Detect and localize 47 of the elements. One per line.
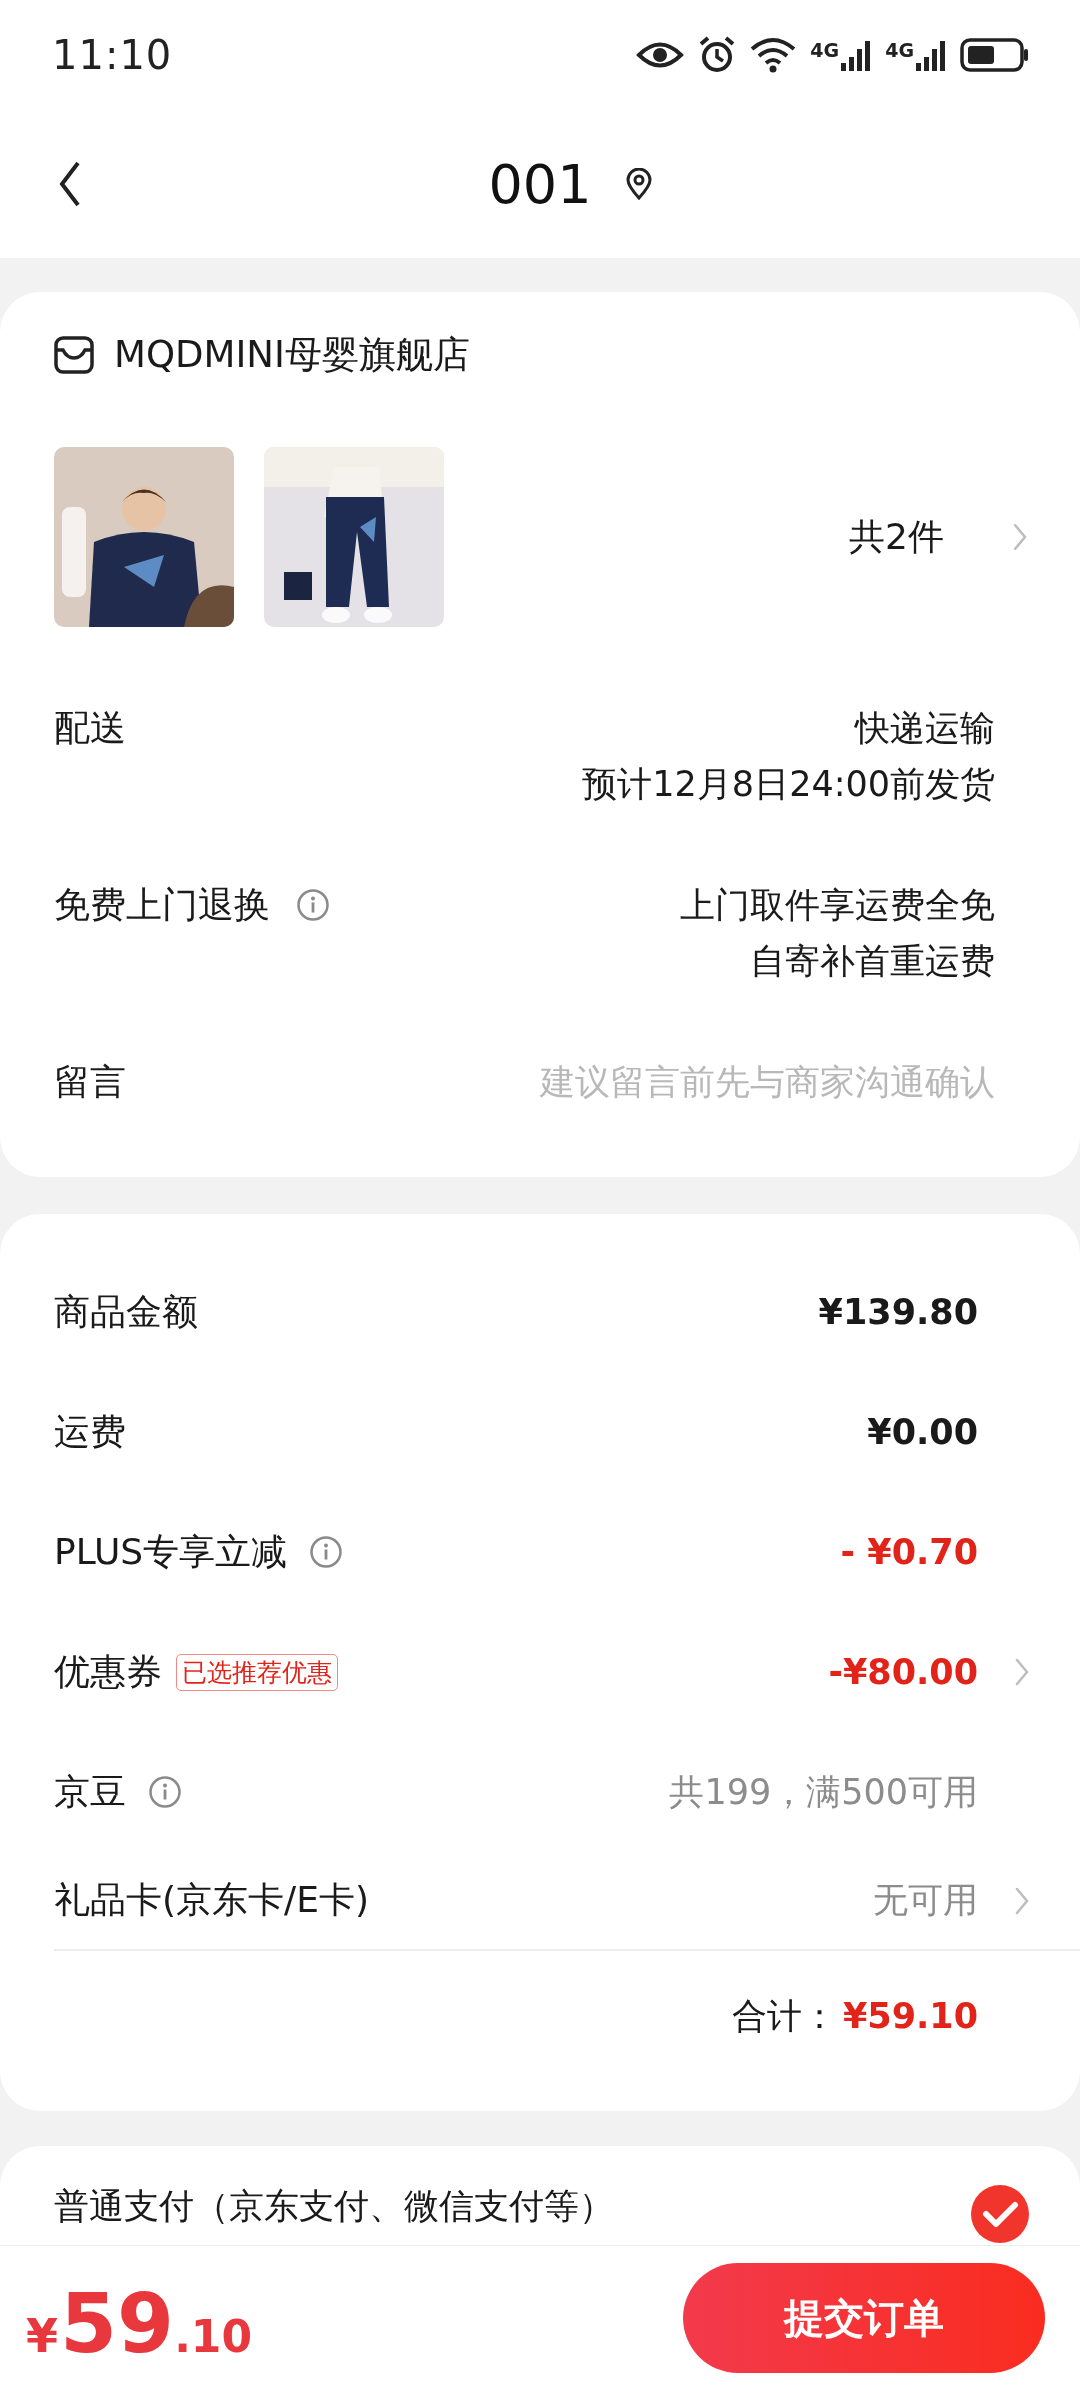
price-decimal: .10 bbox=[174, 2310, 253, 2362]
row-label: 运费 bbox=[54, 1409, 126, 1454]
row-label: 配送 bbox=[54, 706, 126, 750]
total-amount: ¥59.10 bbox=[842, 1996, 978, 2036]
row-value: 共199，满500可用 bbox=[669, 1770, 978, 1814]
row-value: -¥80.00 bbox=[828, 1652, 978, 1692]
chevron-icon bbox=[1012, 522, 1028, 552]
payment-option[interactable]: 普通支付（京东支付、微信支付等） bbox=[54, 2176, 614, 2236]
row-value: 自寄补首重运费 bbox=[750, 940, 995, 983]
row-label: 商品金额 bbox=[54, 1289, 198, 1334]
message-field[interactable]: 建议留言前先与商家沟通确认 bbox=[435, 1054, 995, 1110]
row-value: - ¥0.70 bbox=[840, 1532, 978, 1572]
row-value: 上门取件享运费全免 bbox=[680, 884, 995, 927]
checkbox[interactable] bbox=[970, 2184, 1030, 2244]
row-value: ¥0.00 bbox=[867, 1412, 978, 1452]
wifi-icon bbox=[750, 37, 797, 73]
item-count[interactable]: 共2件 bbox=[849, 512, 944, 562]
eye-icon bbox=[636, 40, 685, 70]
price-integer: 59 bbox=[60, 2275, 175, 2371]
row-label: 优惠券 bbox=[54, 1649, 162, 1694]
row-label: 留言 bbox=[54, 1060, 126, 1104]
submit-order-button[interactable]: 提交订单 bbox=[683, 2263, 1045, 2373]
row-value: 无可用 bbox=[873, 1879, 978, 1922]
info-icon[interactable] bbox=[309, 1535, 344, 1569]
page-title: 001 bbox=[488, 152, 592, 216]
battery-icon bbox=[960, 38, 1030, 72]
alarm-icon bbox=[698, 36, 737, 74]
location-pin-icon[interactable] bbox=[625, 168, 652, 200]
currency-symbol: ¥ bbox=[26, 2308, 58, 2363]
store-name[interactable]: MQDMINI母婴旗舰店 bbox=[114, 330, 470, 380]
total-label: 合计： bbox=[731, 1994, 837, 2038]
network-label: 4G bbox=[810, 39, 840, 61]
row-value: ¥139.80 bbox=[818, 1292, 978, 1332]
signal-icon bbox=[841, 39, 872, 71]
row-label: 礼品卡(京东卡/E卡) bbox=[54, 1878, 369, 1922]
status-time: 11:10 bbox=[52, 32, 173, 78]
network-label: 4G bbox=[885, 39, 914, 61]
row-label: PLUS专享立减 bbox=[54, 1529, 288, 1574]
coupon-tag: 已选推荐优惠 bbox=[176, 1653, 338, 1691]
info-icon[interactable] bbox=[296, 888, 330, 922]
row-value: 快递运输 bbox=[855, 707, 995, 750]
row-value: 预计12月8日24:00前发货 bbox=[582, 763, 995, 806]
info-icon[interactable] bbox=[148, 1775, 182, 1809]
row-label: 免费上门退换 bbox=[54, 883, 270, 927]
row-label: 京豆 bbox=[54, 1769, 126, 1814]
store-icon bbox=[54, 336, 94, 374]
signal-icon bbox=[916, 39, 946, 71]
